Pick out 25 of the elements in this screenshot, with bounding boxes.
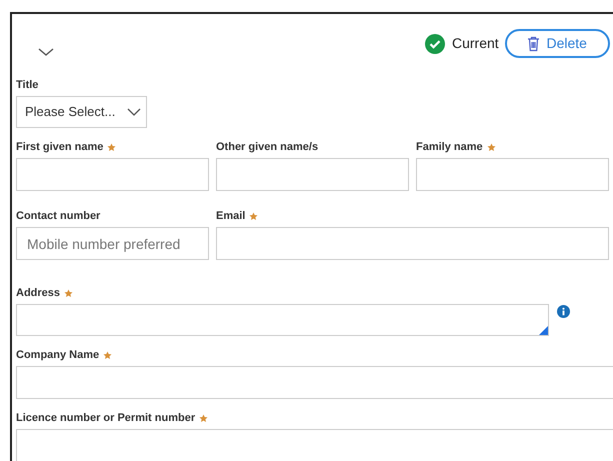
field-label: Other given name/s <box>216 140 318 155</box>
info-icon[interactable] <box>557 305 570 318</box>
status-label: Current <box>452 34 499 53</box>
delete-button[interactable]: Delete <box>504 29 610 58</box>
chevron-down-icon <box>127 108 141 116</box>
resize-handle-icon <box>539 326 548 335</box>
field-label: Title <box>16 78 38 93</box>
field-label: Email <box>216 208 246 224</box>
field-label: Licence number or Permit number <box>16 410 196 426</box>
trash-icon <box>527 36 540 52</box>
field-label: Contact number <box>16 208 100 224</box>
address-textarea[interactable] <box>16 304 549 336</box>
field-label: First given name <box>16 140 104 155</box>
title-select[interactable]: Please Select... <box>16 96 147 128</box>
field-label: Company Name <box>16 348 100 363</box>
text-field[interactable] <box>16 158 209 191</box>
text-field[interactable]: Mobile number preferred <box>16 227 209 260</box>
collapse-chevron-icon[interactable] <box>38 48 54 57</box>
text-field[interactable] <box>16 429 613 461</box>
text-field[interactable] <box>216 227 609 260</box>
text-field[interactable] <box>416 158 609 191</box>
field-label: Address <box>16 286 60 301</box>
text-field[interactable] <box>216 158 409 191</box>
field-label: Family name <box>416 140 483 155</box>
text-field[interactable] <box>16 366 613 399</box>
